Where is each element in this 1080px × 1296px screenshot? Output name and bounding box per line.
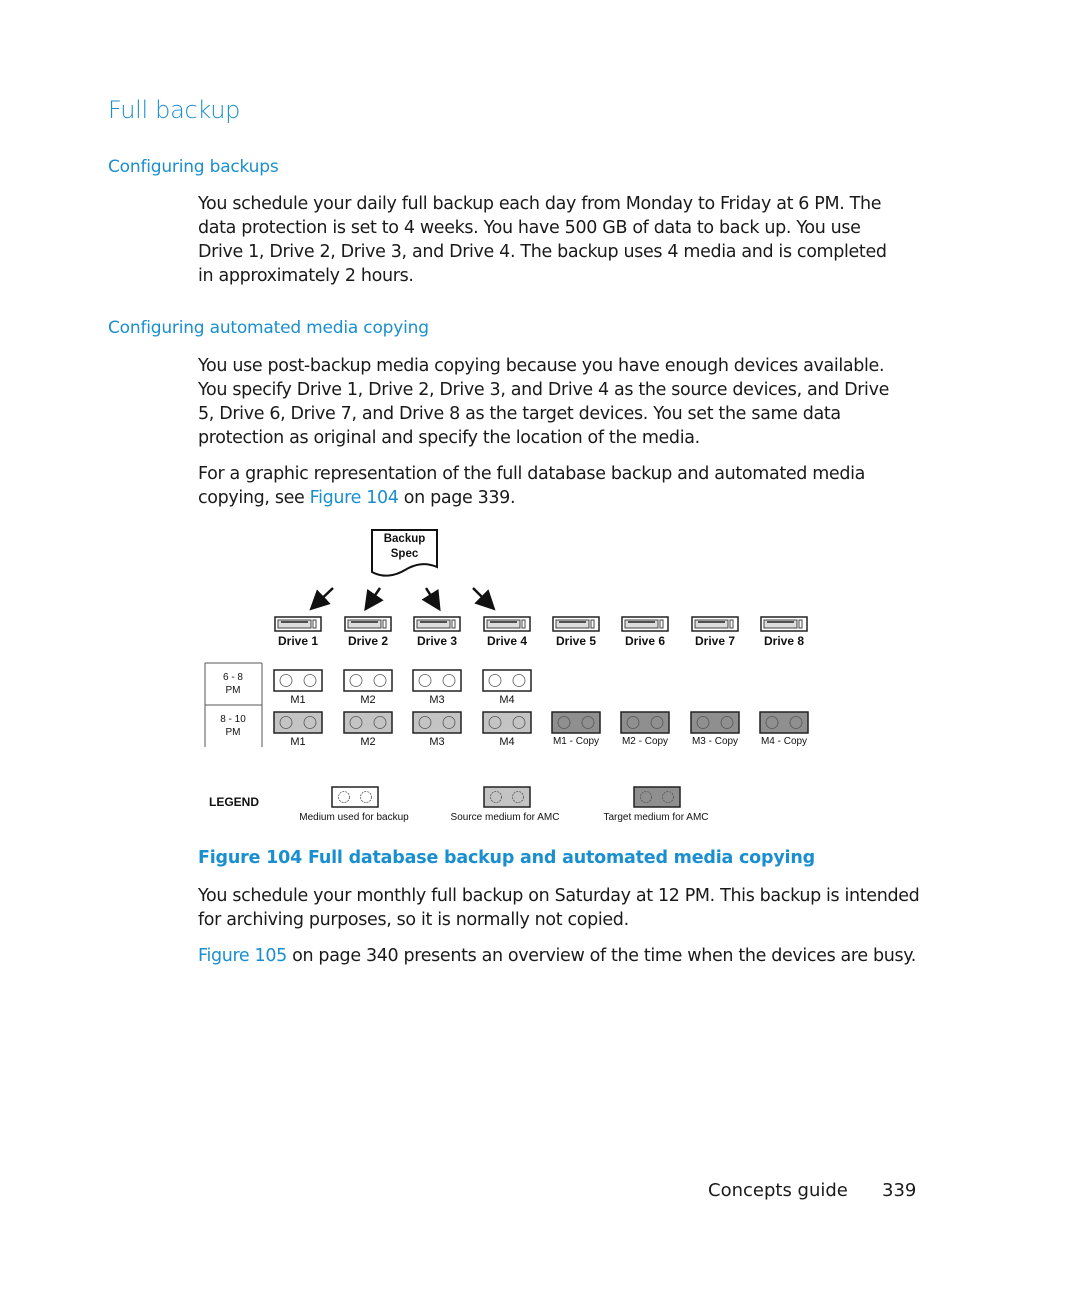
arrow-icon	[421, 587, 441, 612]
time-line: 8 - 10	[220, 714, 246, 725]
time-line: PM	[225, 727, 241, 738]
figure-graphics	[204, 529, 809, 808]
text-line: for archiving purposes, so it is normall…	[198, 910, 629, 930]
legend-title: LEGEND	[209, 795, 260, 809]
drive-icon	[344, 616, 392, 632]
medium-label: M3	[429, 736, 445, 748]
drive-icon	[274, 616, 322, 632]
medium-label: M2	[360, 736, 376, 748]
backup-medium-icon	[273, 669, 323, 692]
medium-label: M2 - Copy	[621, 736, 669, 747]
legend-medium-icon	[331, 786, 379, 808]
medium-label: M1	[290, 736, 306, 748]
target-medium-icon	[551, 711, 601, 734]
arrows	[309, 587, 496, 612]
legend-medium-icon	[483, 786, 531, 808]
source-medium-icon	[412, 711, 462, 734]
backup-medium-icon	[343, 669, 393, 692]
drive-label: Drive 2	[347, 634, 389, 648]
source-medium-icon	[273, 711, 323, 734]
legend-label: Source medium for AMC	[450, 812, 560, 823]
drive-label: Drive 6	[624, 634, 666, 648]
legend-label: Target medium for AMC	[603, 812, 709, 823]
backup-spec-label: Backup Spec	[372, 532, 437, 562]
backup-medium-icon	[482, 669, 532, 692]
source-medium-icon	[343, 711, 393, 734]
time-slot-label: 8 - 10 PM	[205, 713, 261, 739]
text-line: Figure 105 on page 340 presents an overv…	[198, 944, 928, 968]
target-medium-icon	[690, 711, 740, 734]
drive-label: Drive 5	[555, 634, 597, 648]
spec-line: Spec	[390, 548, 419, 560]
medium-label: M1 - Copy	[552, 736, 600, 747]
drive-icon	[413, 616, 461, 632]
paragraph-figure-105-reference: Figure 105 on page 340 presents an overv…	[198, 944, 928, 968]
drive-icon	[552, 616, 600, 632]
drive-icon	[760, 616, 808, 632]
drive-icon	[483, 616, 531, 632]
figure-105-link[interactable]: Figure 105	[198, 946, 287, 966]
text-fragment: on page 340 presents an overview of the …	[286, 946, 917, 966]
time-slot-label: 6 - 8 PM	[205, 671, 261, 697]
figure-caption: Figure 104 Full database backup and auto…	[198, 848, 815, 868]
medium-label: M1	[290, 694, 306, 706]
drive-label: Drive 1	[277, 634, 319, 648]
time-line: 6 - 8	[222, 672, 243, 683]
figure-104: Backup Spec Drive 1 Drive 2 Drive 3 Drive 4…	[0, 0, 1080, 1296]
medium-label: M4	[499, 736, 515, 748]
text-line: You schedule your monthly full backup on…	[198, 886, 920, 906]
source-medium-icon	[482, 711, 532, 734]
arrow-icon	[364, 587, 384, 612]
drive-icon	[621, 616, 669, 632]
arrow-icon	[472, 587, 496, 611]
drive-label: Drive 4	[486, 634, 528, 648]
drive-label: Drive 7	[694, 634, 736, 648]
drive-label: Drive 8	[763, 634, 805, 648]
medium-label: M3 - Copy	[691, 736, 739, 747]
medium-label: M2	[360, 694, 376, 706]
spec-line: Backup	[383, 533, 426, 545]
footer-doc-title: Concepts guide	[708, 1180, 848, 1201]
target-medium-icon	[759, 711, 809, 734]
legend-medium-icon	[633, 786, 681, 808]
paragraph-monthly-backup: You schedule your monthly full backup on…	[198, 884, 928, 932]
target-medium-icon	[620, 711, 670, 734]
time-line: PM	[225, 685, 241, 696]
medium-label: M4 - Copy	[760, 736, 808, 747]
backup-medium-icon	[412, 669, 462, 692]
arrow-icon	[309, 587, 334, 611]
drive-icon	[691, 616, 739, 632]
medium-label: M4	[499, 694, 515, 706]
drive-label: Drive 3	[416, 634, 458, 648]
medium-label: M3	[429, 694, 445, 706]
page-number: 339	[882, 1180, 917, 1201]
legend-label: Medium used for backup	[299, 812, 409, 823]
